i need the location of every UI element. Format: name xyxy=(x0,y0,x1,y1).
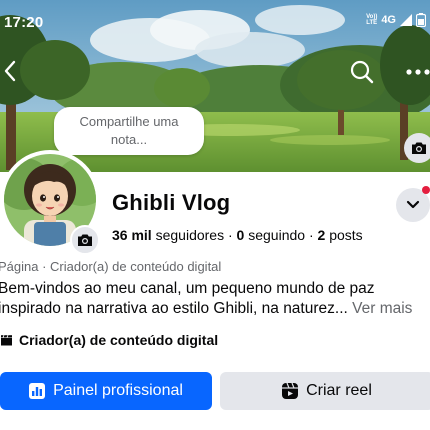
status-time: 17:20 xyxy=(4,14,44,31)
page-category: Página · Criador(a) de conteúdo digital xyxy=(0,259,222,274)
clapperboard-icon xyxy=(1,335,12,346)
page-title: Ghibli Vlog xyxy=(112,190,231,215)
notification-dot xyxy=(422,186,430,194)
note-placeholder-line2: nota... xyxy=(110,132,148,147)
bio-line-1: Bem-vindos ao meu canal, um pequeno mund… xyxy=(0,280,375,297)
note-placeholder-line1: Compartilhe uma xyxy=(79,114,179,129)
volte-bottom: LTE xyxy=(366,20,378,26)
network-type: 4G xyxy=(381,14,396,26)
avatar-camera-button[interactable] xyxy=(70,225,100,255)
back-arrow-icon[interactable] xyxy=(0,56,22,86)
bio-line-2: inspirado na narrativa ao estilo Ghibli,… xyxy=(0,299,430,319)
creator-label: Criador(a) de conteúdo digital xyxy=(19,332,219,348)
following-label[interactable]: seguindo xyxy=(248,227,305,243)
followers-label[interactable]: seguidores xyxy=(156,227,225,243)
create-reel-label: Criar reel xyxy=(306,382,372,399)
note-bubble[interactable]: Compartilhe uma nota... xyxy=(54,107,204,155)
professional-dashboard-label: Painel profissional xyxy=(53,382,183,399)
bio: Bem-vindos ao meu canal, um pequeno mund… xyxy=(0,279,430,319)
chevron-down-icon xyxy=(406,200,420,209)
reel-icon xyxy=(282,383,299,399)
bio-text-2: inspirado na narrativa ao estilo Ghibli,… xyxy=(0,300,348,317)
stats-separator: · xyxy=(308,227,314,243)
followers-count: 36 mil xyxy=(112,227,152,243)
stats-separator: · xyxy=(227,227,233,243)
battery-icon xyxy=(416,13,426,27)
camera-icon xyxy=(412,142,426,154)
status-bar: 17:20 Vo)) LTE 4G xyxy=(0,0,430,40)
professional-dashboard-button[interactable]: Painel profissional xyxy=(0,372,212,410)
see-more-link[interactable]: Ver mais xyxy=(352,300,412,317)
following-count: 0 xyxy=(236,227,245,243)
posts-count: 2 xyxy=(317,227,326,243)
search-icon[interactable] xyxy=(348,58,376,86)
create-reel-button[interactable]: Criar reel xyxy=(220,372,430,410)
camera-icon xyxy=(78,234,92,246)
posts-label[interactable]: posts xyxy=(329,227,362,243)
status-icons: Vo)) LTE 4G xyxy=(366,13,426,27)
creator-category-row: Criador(a) de conteúdo digital xyxy=(0,332,218,348)
cover-camera-button[interactable] xyxy=(404,133,430,163)
signal-icon xyxy=(400,14,412,26)
profile-stats: 36 mil seguidores · 0 seguindo · 2 posts xyxy=(112,227,363,243)
volte-indicator: Vo)) LTE xyxy=(366,14,377,26)
dashboard-icon xyxy=(29,383,46,399)
more-icon[interactable] xyxy=(404,58,430,86)
